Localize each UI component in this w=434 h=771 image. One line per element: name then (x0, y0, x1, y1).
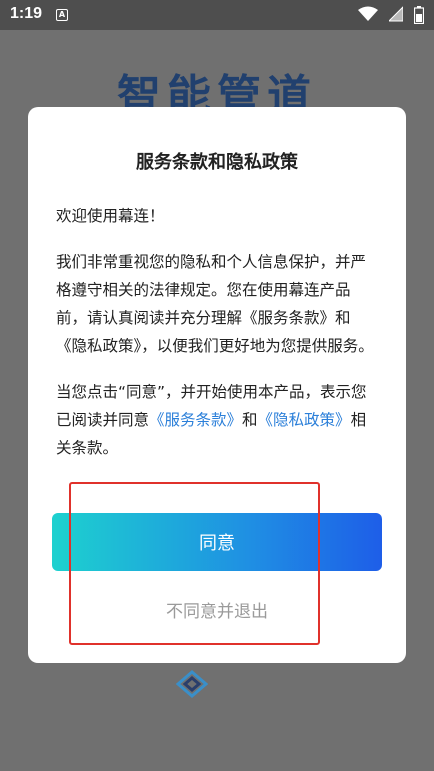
welcome-text: 欢迎使用幕连！ (56, 207, 165, 225)
dialog-body: 欢迎使用幕连！ 我们非常重视您的隐私和个人信息保护，并严格遵守相关的法律规定。您… (56, 202, 380, 480)
signal-icon (388, 6, 403, 22)
terms-link[interactable]: 《服务条款》 (149, 411, 242, 429)
consent-paragraph: 当您点击“同意”，并开始使用本产品，表示您已阅读并同意《服务条款》和《隐私政策》… (56, 378, 380, 462)
app-logo-icon (175, 670, 209, 702)
status-icons (352, 6, 424, 24)
notification-icon: A (56, 9, 68, 21)
status-bar: 1:19 A (0, 0, 434, 30)
consent-and: 和 (242, 411, 258, 429)
status-time: 1:19 (10, 5, 43, 22)
privacy-link[interactable]: 《隐私政策》 (258, 411, 351, 429)
wifi-icon (357, 6, 378, 21)
highlight-annotation (69, 482, 320, 645)
privacy-paragraph: 我们非常重视您的隐私和个人信息保护，并严格遵守相关的法律规定。您在使用幕连产品前… (56, 253, 374, 355)
dialog-title: 服务条款和隐私政策 (136, 152, 298, 173)
battery-icon (414, 6, 424, 24)
